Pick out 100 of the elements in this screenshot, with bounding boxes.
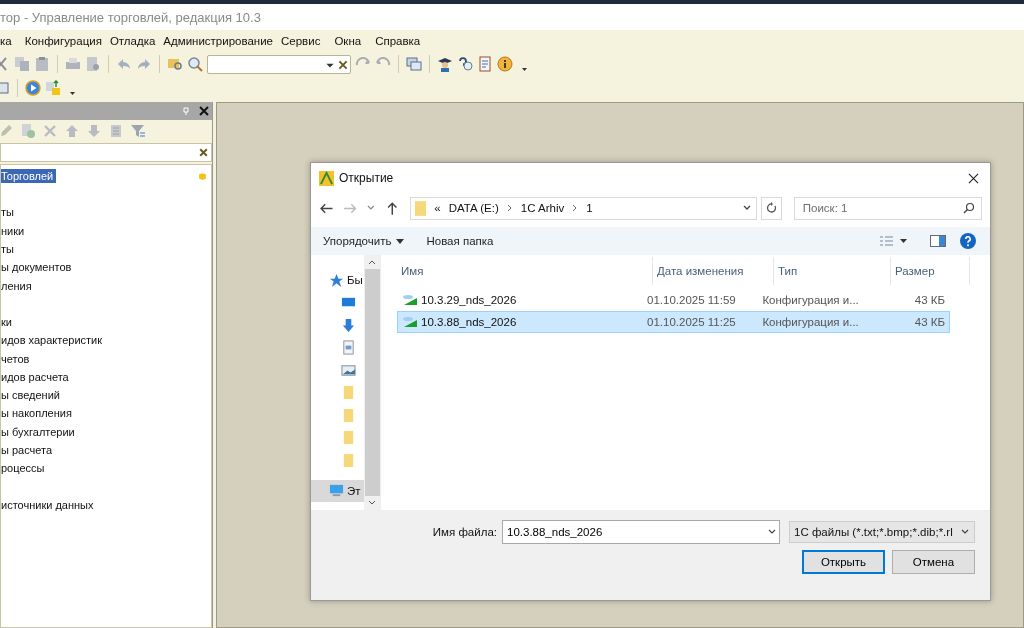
search-combo-field[interactable] (207, 54, 351, 74)
list-icon[interactable] (108, 123, 124, 139)
preview-pane-icon[interactable] (930, 235, 946, 247)
close-icon[interactable] (968, 172, 979, 184)
file-type-dropdown[interactable]: 1C файлы (*.txt;*.bmp;*.dib;*.rl (789, 521, 975, 543)
tree-item[interactable]: ы накопления (1, 406, 75, 421)
redo-icon[interactable] (136, 56, 152, 72)
paste-icon[interactable] (34, 56, 50, 72)
breadcrumb-item[interactable]: « (434, 202, 441, 214)
caret-icon (396, 238, 405, 244)
menu-item[interactable]: Справка (371, 35, 425, 47)
scroll-down-icon[interactable] (368, 500, 376, 506)
arrow-down-icon[interactable] (86, 123, 102, 139)
chevron-right-icon (572, 204, 579, 212)
star-icon (329, 272, 344, 288)
help-search-icon[interactable] (457, 56, 473, 72)
filter-icon[interactable] (130, 123, 146, 139)
tree-item[interactable]: ы бухгалтерии (1, 424, 78, 439)
cube-icon (198, 171, 207, 181)
pin-icon[interactable] (183, 107, 189, 115)
folder-icon (415, 200, 427, 216)
tree-item[interactable]: идов характеристик (1, 333, 106, 348)
folder-icon (341, 385, 356, 401)
tree-item[interactable]: ты (1, 242, 17, 257)
file-row[interactable]: 10.3.88_nds_2026 01.10.2025 11:25 Конфигурация и... 43 КБ (397, 311, 950, 333)
tree-item[interactable]: ки (1, 314, 15, 329)
print-preview-icon[interactable] (85, 56, 101, 72)
tree-item[interactable]: ления (1, 278, 35, 293)
search-icon[interactable] (187, 56, 203, 72)
tree-item[interactable]: ы расчета (1, 443, 56, 457)
scroll-up-icon[interactable] (368, 259, 376, 265)
graduate-icon[interactable] (437, 56, 453, 72)
file-row[interactable]: 10.3.29_nds_2026 01.10.2025 11:59 Конфигурация и... 43 КБ (397, 289, 950, 311)
windows-icon[interactable] (406, 56, 422, 72)
copy-icon[interactable] (14, 56, 30, 72)
folder-search-icon[interactable] (167, 56, 183, 72)
document-icon (341, 340, 356, 356)
tree-item[interactable]: четов (1, 351, 33, 366)
file-date: 01.10.2025 11:59 (647, 294, 736, 306)
column-header[interactable]: Тип (774, 257, 891, 285)
clear-icon[interactable] (337, 58, 349, 71)
nav-item[interactable]: Бы (311, 269, 364, 292)
scrollbar[interactable] (364, 255, 380, 510)
printer-icon[interactable] (65, 56, 81, 72)
cube-update-icon[interactable] (45, 80, 61, 96)
menu-item[interactable]: ка (0, 35, 16, 47)
address-bar[interactable]: « DATA (E:) 1C Arhiv 1 (410, 196, 758, 220)
database-file-icon (402, 316, 418, 328)
tree-item[interactable]: роцессы (1, 461, 48, 476)
breadcrumb-item[interactable]: 1C Arhiv (520, 202, 565, 214)
close-icon[interactable] (199, 106, 209, 116)
view-options-icon[interactable] (878, 235, 908, 247)
pencil-icon[interactable] (0, 123, 14, 139)
folder-icon (341, 407, 356, 423)
tree-item[interactable]: источники данных (1, 497, 97, 512)
window-title: тор - Управление торговлей, редакция 10.3 (0, 9, 261, 25)
file-name: 10.3.88_nds_2026 (421, 316, 517, 328)
dialog-title: Открытие (339, 171, 395, 185)
column-header[interactable]: Имя (397, 257, 653, 285)
menu-item[interactable]: Окна (330, 35, 366, 47)
computer-icon (329, 483, 344, 499)
menu-item[interactable]: Конфигурация (20, 35, 106, 47)
image-icon (341, 362, 356, 378)
play-icon[interactable] (25, 80, 41, 96)
organize-button[interactable]: Упорядочить (319, 233, 409, 249)
add-icon[interactable] (20, 123, 36, 139)
menu-item[interactable]: Отладка (105, 35, 160, 47)
nav-item[interactable]: Эт (311, 479, 364, 502)
filename-field[interactable]: 10.3.88_nds_2026 (502, 520, 780, 544)
column-header[interactable]: Дата изменения (653, 257, 774, 285)
arrow-up-icon[interactable] (64, 123, 80, 139)
info-icon[interactable] (497, 56, 513, 72)
breadcrumb-item[interactable]: DATA (E:) (448, 202, 499, 214)
file-date: 01.10.2025 11:25 (647, 316, 736, 328)
new-folder-button[interactable]: Новая папка (422, 233, 498, 249)
help-icon[interactable] (960, 233, 976, 249)
tree-item[interactable]: ники (1, 223, 28, 238)
tree-item[interactable]: ы сведений (1, 388, 63, 403)
app-icon (319, 170, 334, 186)
menu-item[interactable]: Сервис (277, 35, 325, 47)
refresh-icon (765, 202, 778, 214)
column-header[interactable]: Размер (891, 257, 970, 285)
menu-item[interactable]: Администрирование (159, 35, 277, 47)
file-size: 43 КБ (914, 294, 945, 306)
breadcrumb-item[interactable]: 1 (586, 202, 593, 214)
tree-item[interactable]: ты (1, 205, 17, 220)
database-file-icon (402, 294, 418, 306)
file-type: Конфигурация и... (762, 316, 859, 328)
filename-label: Имя файла: (432, 526, 497, 538)
delete-icon[interactable] (42, 123, 58, 139)
open-button[interactable]: Открыть (802, 550, 885, 574)
tree-item[interactable]: ы документов (1, 260, 75, 275)
search-icon (963, 201, 975, 214)
tree-item[interactable]: Торговлей (1, 169, 57, 184)
file-size: 43 КБ (914, 316, 945, 328)
chevron-right-icon (506, 204, 513, 212)
refresh-button[interactable] (761, 196, 782, 220)
cancel-button[interactable]: Отмена (892, 550, 975, 574)
tree-item[interactable]: идов расчета (1, 369, 72, 384)
search-field[interactable]: Поиск: 1 (793, 196, 982, 220)
